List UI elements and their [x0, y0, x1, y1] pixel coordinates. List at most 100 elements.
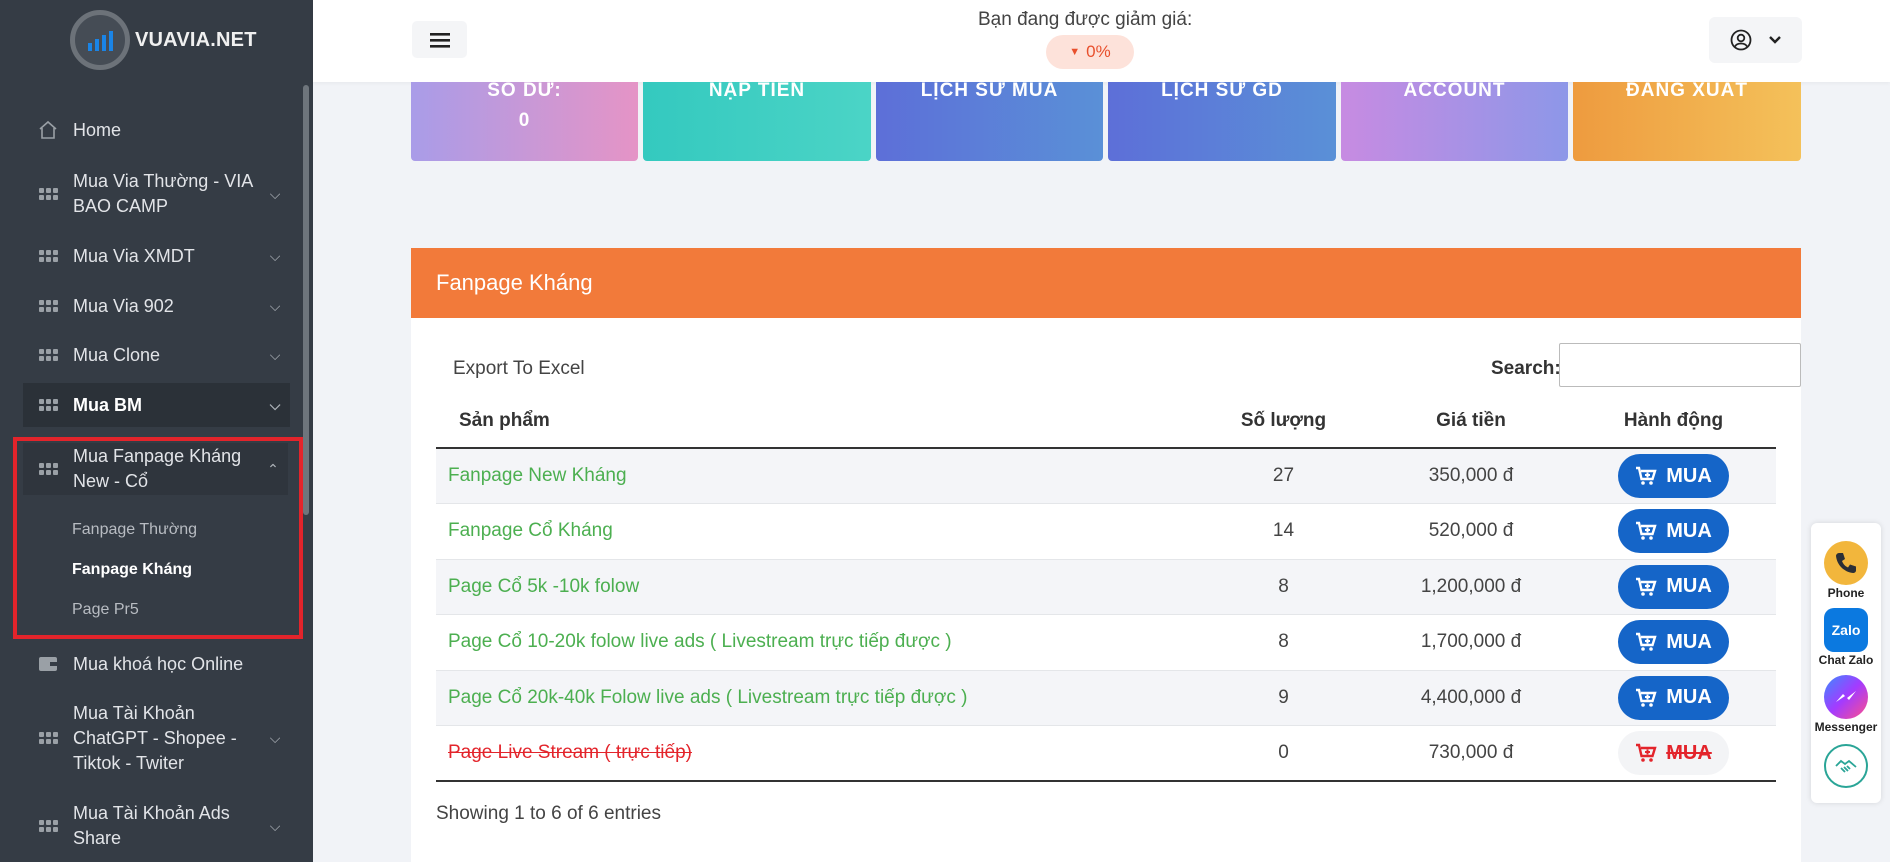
price-cell: 4,400,000 đ	[1371, 670, 1571, 726]
column-header-price[interactable]: Giá tiền	[1371, 394, 1571, 449]
sidebar-scrollbar[interactable]	[303, 85, 309, 515]
sidebar-item-via-902[interactable]: Mua Via 902 ⌵	[23, 293, 290, 319]
product-link[interactable]: Fanpage Cổ Kháng	[436, 503, 1196, 560]
action-cell: MUA	[1571, 670, 1776, 726]
buy-button[interactable]: MUA	[1618, 454, 1729, 498]
card-title: LỊCH SỬ GD	[1161, 80, 1283, 101]
table-row: Fanpage Cổ Kháng 14 520,000 đ MUA	[436, 503, 1776, 560]
sidebar-item-label: Mua Via Thường - VIA BAO CAMP	[73, 171, 253, 216]
product-link[interactable]: Page Cổ 10-20k folow live ads ( Livestre…	[436, 614, 1196, 671]
cart-icon	[1636, 633, 1657, 652]
brand-logo[interactable]: VUAVIA.NET	[70, 10, 257, 70]
sidebar-subitem-page-pr5[interactable]: Page Pr5	[72, 601, 139, 619]
price-cell: 1,200,000 đ	[1371, 559, 1571, 615]
logout-card[interactable]: ĐĂNG XUẤT	[1573, 80, 1801, 161]
sidebar-item-label: Mua Fanpage Kháng New - Cổ	[73, 446, 242, 491]
product-link[interactable]: Page Cổ 20k-40k Folow live ads ( Livestr…	[436, 670, 1196, 726]
card-title: LỊCH SỬ MUA	[920, 80, 1059, 101]
deposit-card[interactable]: NẠP TIỀN	[643, 80, 871, 161]
contact-messenger[interactable]: Messenger	[1811, 675, 1881, 734]
sidebar-item-via-xmdt[interactable]: Mua Via XMDT ⌵	[23, 243, 290, 269]
account-card[interactable]: ACCOUNT	[1341, 80, 1568, 161]
sidebar-item-khoa-hoc[interactable]: Mua khoá học Online	[23, 651, 290, 677]
phone-icon	[1824, 541, 1868, 585]
cart-icon	[1636, 522, 1657, 541]
grid-icon	[36, 463, 60, 475]
cart-icon	[1636, 688, 1657, 707]
sidebar-item-label: Mua khoá học Online	[73, 653, 244, 674]
grid-icon	[36, 250, 60, 262]
product-link[interactable]: Page Cổ 5k -10k folow	[436, 559, 1196, 615]
card-title: NẠP TIỀN	[708, 80, 806, 101]
sidebar-subitem-fanpage-thuong[interactable]: Fanpage Thường	[72, 521, 197, 539]
sidebar-item-label: Mua Via XMDT	[73, 245, 195, 266]
sidebar-subitem-fanpage-khang[interactable]: Fanpage Kháng	[72, 561, 192, 579]
transaction-history-card[interactable]: LỊCH SỬ GD	[1108, 80, 1336, 161]
panel-title: Fanpage Kháng	[411, 248, 1801, 318]
user-circle-icon	[1730, 29, 1751, 51]
buy-button-label: MUA	[1666, 686, 1712, 709]
messenger-icon	[1824, 675, 1868, 719]
contact-widget: Phone Zalo Chat Zalo Messenger	[1811, 523, 1881, 803]
sidebar-item-label: Mua Clone	[73, 344, 161, 365]
discount-badge: ▼ 0%	[1046, 35, 1134, 69]
home-icon	[36, 120, 60, 140]
sidebar: VUAVIA.NET Home Mua Via Thường - VIA BAO…	[0, 0, 313, 862]
chevron-down-icon: ⌵	[269, 297, 281, 314]
user-menu-button[interactable]	[1709, 17, 1802, 63]
chevron-down-icon: ⌵	[269, 247, 281, 264]
card-title: SỐ DƯ:	[487, 80, 562, 101]
product-link[interactable]: Fanpage New Kháng	[436, 448, 1196, 504]
chevron-down-icon: ⌵	[269, 396, 281, 413]
sidebar-item-home[interactable]: Home	[23, 117, 290, 143]
table-row: Page Live Stream ( trực tiếp) 0 730,000 …	[436, 725, 1776, 782]
sidebar-item-chatgpt[interactable]: Mua Tài Khoản ChatGPT - Shopee - Tiktok …	[23, 700, 290, 776]
buy-button-label: MUA	[1666, 464, 1712, 487]
balance-card[interactable]: SỐ DƯ: 0	[411, 80, 638, 161]
grid-icon	[36, 820, 60, 832]
contact-phone[interactable]: Phone	[1811, 541, 1881, 600]
column-header-qty[interactable]: Số lượng	[1196, 394, 1371, 449]
sidebar-item-ads-share[interactable]: Mua Tài Khoản Ads Share ⌵	[23, 800, 290, 852]
column-header-product[interactable]: Sản phẩm	[436, 394, 1196, 449]
export-excel-button[interactable]: Export To Excel	[453, 358, 585, 380]
quantity-cell: 0	[1196, 725, 1371, 782]
sidebar-item-fanpage-khang[interactable]: Mua Fanpage Kháng New - Cổ ⌃	[23, 443, 288, 495]
buy-button-label: MUA	[1666, 575, 1712, 598]
buy-button-disabled[interactable]: MUA	[1618, 731, 1729, 775]
sidebar-item-clone[interactable]: Mua Clone ⌵	[23, 342, 290, 368]
grid-icon	[36, 349, 60, 361]
sidebar-item-label: Mua Tài Khoản ChatGPT - Shopee - Tiktok …	[73, 702, 237, 773]
product-link-sold-out[interactable]: Page Live Stream ( trực tiếp)	[436, 725, 1196, 782]
table-row: Fanpage New Kháng 27 350,000 đ MUA	[436, 448, 1776, 504]
zalo-logo-text: Zalo	[1831, 622, 1861, 638]
sidebar-item-bm[interactable]: Mua BM ⌵	[23, 383, 290, 427]
chevron-down-icon: ⌵	[269, 729, 281, 746]
buy-button[interactable]: MUA	[1618, 675, 1729, 720]
product-table: Sản phẩm Số lượng Giá tiền Hành động Fan…	[436, 394, 1776, 782]
buy-button[interactable]: MUA	[1618, 620, 1729, 665]
contact-label: Phone	[1827, 586, 1865, 600]
buy-button[interactable]: MUA	[1618, 564, 1729, 609]
contact-zalo[interactable]: Zalo Chat Zalo	[1811, 608, 1881, 667]
hamburger-menu-button[interactable]	[412, 21, 467, 58]
price-cell: 1,700,000 đ	[1371, 614, 1571, 671]
action-cell: MUA	[1571, 503, 1776, 560]
buy-button[interactable]: MUA	[1618, 509, 1729, 554]
handshake-icon	[1824, 744, 1868, 788]
buy-button-label: MUA	[1666, 630, 1712, 653]
quantity-cell: 9	[1196, 670, 1371, 726]
search-input[interactable]	[1559, 343, 1801, 387]
action-cell: MUA	[1571, 725, 1776, 782]
balance-value: 0	[518, 110, 531, 131]
sidebar-item-via-thuong[interactable]: Mua Via Thường - VIA BAO CAMP ⌵	[23, 168, 290, 220]
product-panel: Fanpage Kháng Export To Excel Search: Sả…	[411, 248, 1801, 862]
quantity-cell: 8	[1196, 559, 1371, 615]
card-title: ĐĂNG XUẤT	[1626, 80, 1748, 101]
column-header-action[interactable]: Hành động	[1571, 394, 1776, 449]
contact-handshake[interactable]	[1811, 744, 1881, 788]
search-label: Search:	[1491, 358, 1561, 379]
purchase-history-card[interactable]: LỊCH SỬ MUA	[876, 80, 1103, 161]
table-row: Page Cổ 10-20k folow live ads ( Livestre…	[436, 614, 1776, 671]
chevron-down-icon	[1768, 36, 1781, 44]
